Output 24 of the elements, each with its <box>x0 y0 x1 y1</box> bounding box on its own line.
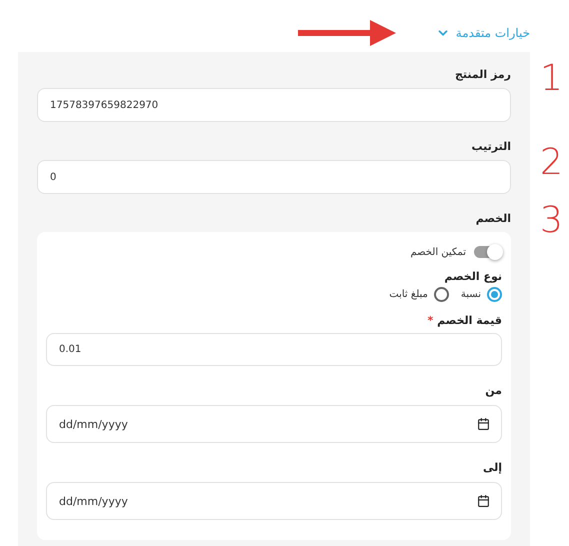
field-label: الترتيب <box>470 140 511 153</box>
arrow-icon <box>298 18 396 48</box>
annotation-number: 3 <box>540 200 563 241</box>
calendar-icon <box>477 418 490 430</box>
calendar-icon <box>477 494 490 508</box>
field-label: إلى <box>482 461 502 474</box>
annotation-number: 1 <box>540 58 563 99</box>
field-label: قيمة الخصم * <box>426 314 502 327</box>
field-label: نوع الخصم <box>443 270 502 283</box>
radio-label: مبلغ ثابت <box>389 289 428 300</box>
date-field[interactable]: dd/mm/yyyy <box>46 482 502 520</box>
field-label: الخصم <box>474 212 511 225</box>
field-label: من <box>484 384 502 397</box>
input-field[interactable]: 0 <box>37 160 511 194</box>
radio-label: نسبة <box>460 289 481 300</box>
radio-button[interactable] <box>434 287 449 302</box>
input-field[interactable]: 0.01 <box>46 333 502 366</box>
toggle-label: تمكين الخصم <box>410 246 466 258</box>
field-label: رمز المنتج <box>454 68 511 81</box>
radio-button[interactable] <box>487 287 502 302</box>
date-field[interactable]: dd/mm/yyyy <box>46 405 502 443</box>
annotation-number: 2 <box>540 142 563 183</box>
input-field[interactable]: 17578397659822970 <box>37 88 511 122</box>
toggle-switch[interactable] <box>474 246 502 258</box>
